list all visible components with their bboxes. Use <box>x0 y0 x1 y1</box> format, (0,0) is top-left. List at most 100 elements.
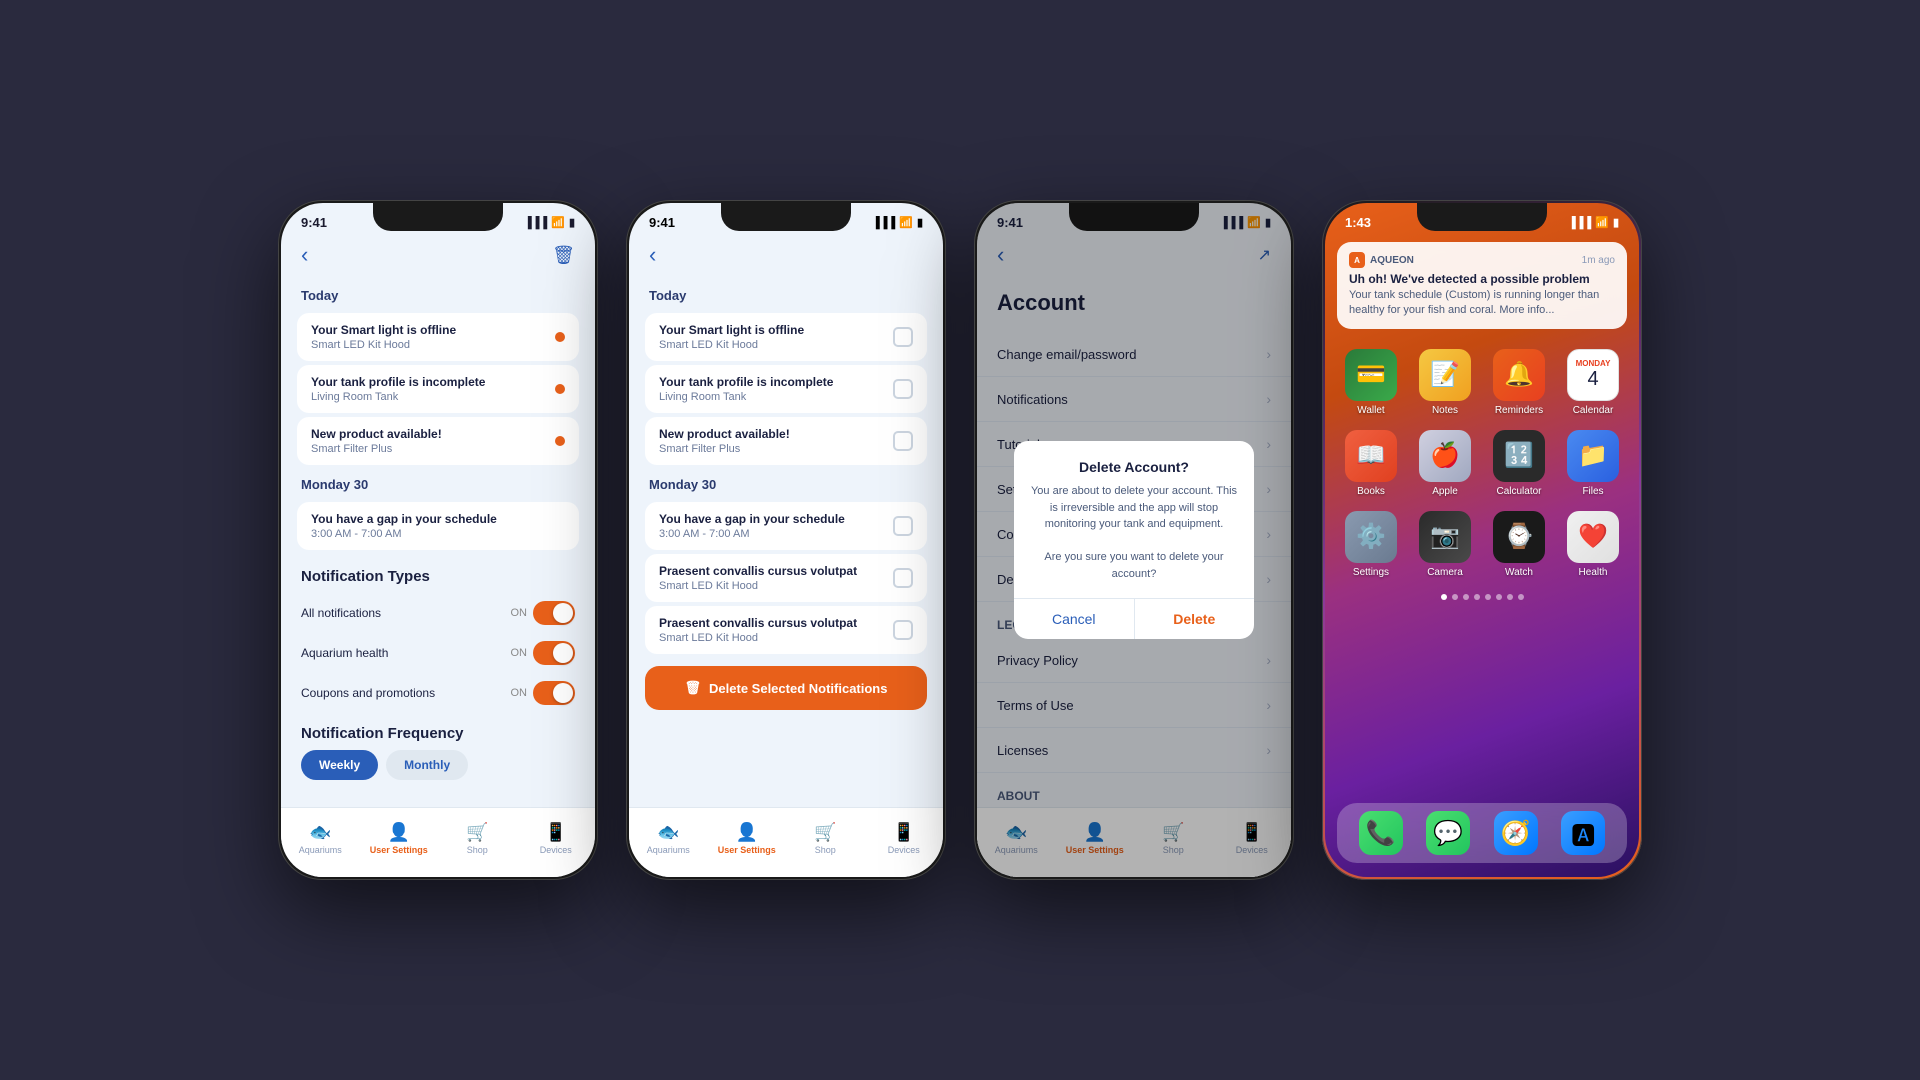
toggle-1[interactable] <box>533 601 575 625</box>
checkbox-6[interactable] <box>893 620 913 640</box>
notes-icon: 📝 <box>1419 349 1471 401</box>
dock: 📞 💬 🧭 🅰 <box>1337 803 1627 863</box>
tab-label-devices-1: Devices <box>540 845 572 855</box>
tab-aquariums-1[interactable]: 🐟 Aquariums <box>281 808 360 869</box>
files-label: Files <box>1582 486 1603 497</box>
books-label: Books <box>1357 486 1385 497</box>
checkbox-4[interactable] <box>893 516 913 536</box>
app-wallet[interactable]: 💳 Wallet <box>1341 349 1401 416</box>
checkbox-3[interactable] <box>893 431 913 451</box>
usersettings-icon-2: 👤 <box>736 822 758 843</box>
notch-2 <box>721 203 851 231</box>
shop-icon-1: 🛒 <box>466 822 488 843</box>
notif-check-title-1: Your Smart light is offline <box>659 323 804 337</box>
tab-usersettings-1[interactable]: 👤 User Settings <box>360 808 439 869</box>
section-monday-2: Monday 30 <box>629 469 943 498</box>
freq-btn-monthly[interactable]: Monthly <box>386 750 468 780</box>
toggle-row-1: All notifications ON <box>281 593 595 633</box>
dock-appstore[interactable]: 🅰 <box>1561 811 1605 855</box>
status-time-4: 1:43 <box>1345 215 1371 230</box>
reminders-icon: 🔔 <box>1493 349 1545 401</box>
battery-icon-1: ▮ <box>569 216 575 229</box>
checkbox-5[interactable] <box>893 568 913 588</box>
tab-shop-1[interactable]: 🛒 Shop <box>438 808 517 869</box>
dot-7 <box>1507 594 1513 600</box>
freq-btn-weekly[interactable]: Weekly <box>301 750 378 780</box>
app-files[interactable]: 📁 Files <box>1563 430 1623 497</box>
app-books[interactable]: 📖 Books <box>1341 430 1401 497</box>
notif-check-sub-3: Smart Filter Plus <box>659 443 790 455</box>
tab-shop-2[interactable]: 🛒 Shop <box>786 808 865 869</box>
notif-card-2: Your tank profile is incomplete Living R… <box>297 365 579 413</box>
notif-title-3: New product available! <box>311 427 442 441</box>
toggle-row-2: Aquarium health ON <box>281 633 595 673</box>
wallet-label: Wallet <box>1357 405 1384 416</box>
app-reminders[interactable]: 🔔 Reminders <box>1489 349 1549 416</box>
status-icons-2: ▐▐▐ 📶 ▮ <box>872 216 923 229</box>
trash-button-1[interactable]: 🗑 <box>552 245 575 266</box>
watch-icon: ⌚ <box>1493 511 1545 563</box>
wifi-icon-1: 📶 <box>551 216 565 229</box>
tab-devices-2[interactable]: 📱 Devices <box>865 808 944 869</box>
app-notes[interactable]: 📝 Notes <box>1415 349 1475 416</box>
delete-selected-btn[interactable]: 🗑 Delete Selected Notifications <box>645 666 927 710</box>
app-watch[interactable]: ⌚ Watch <box>1489 511 1549 578</box>
battery-icon-4: ▮ <box>1613 216 1619 229</box>
dot-8 <box>1518 594 1524 600</box>
toggle-state-1: ON <box>511 607 528 619</box>
dot-2 <box>1452 594 1458 600</box>
checkbox-1[interactable] <box>893 327 913 347</box>
toggle-text-2: Aquarium health <box>301 646 388 660</box>
tab-label-aquariums-2: Aquariums <box>647 845 690 855</box>
modal-overlay: Delete Account? You are about to delete … <box>977 203 1291 877</box>
notch-4 <box>1417 203 1547 231</box>
tab-label-devices-2: Devices <box>888 845 920 855</box>
modal-cancel-btn[interactable]: Cancel <box>1014 599 1135 639</box>
messages-icon: 💬 <box>1426 811 1470 855</box>
modal-delete-btn[interactable]: Delete <box>1135 599 1255 639</box>
notes-label: Notes <box>1432 405 1458 416</box>
books-icon: 📖 <box>1345 430 1397 482</box>
tab-aquariums-2[interactable]: 🐟 Aquariums <box>629 808 708 869</box>
tab-devices-1[interactable]: 📱 Devices <box>517 808 596 869</box>
section-monday-1: Monday 30 <box>281 469 595 498</box>
app-calendar[interactable]: Monday 4 Calendar <box>1563 349 1623 416</box>
app-camera[interactable]: 📷 Camera <box>1415 511 1475 578</box>
health-icon: ❤️ <box>1567 511 1619 563</box>
toggle-3[interactable] <box>533 681 575 705</box>
toggle-row-3: Coupons and promotions ON <box>281 673 595 713</box>
notif-title-1: Your Smart light is offline <box>311 323 456 337</box>
dot-1 <box>1441 594 1447 600</box>
app-calculator[interactable]: 🔢 Calculator <box>1489 430 1549 497</box>
app-settings[interactable]: ⚙️ Settings <box>1341 511 1401 578</box>
toggle-2[interactable] <box>533 641 575 665</box>
banner-header: A AQUEON 1m ago <box>1349 252 1615 268</box>
appstore-icon: 🅰 <box>1561 811 1605 855</box>
status-time-2: 9:41 <box>649 215 675 230</box>
notification-banner[interactable]: A AQUEON 1m ago Uh oh! We've detected a … <box>1337 242 1627 329</box>
modal-title: Delete Account? <box>1014 441 1254 483</box>
back-button-2[interactable]: ‹ <box>649 242 656 268</box>
back-button-1[interactable]: ‹ <box>301 242 308 268</box>
dot-5 <box>1485 594 1491 600</box>
app-grid: 💳 Wallet 📝 Notes 🔔 Reminders Monday 4 <box>1325 337 1639 590</box>
calculator-icon: 🔢 <box>1493 430 1545 482</box>
tab-label-usersettings-1: User Settings <box>370 845 428 855</box>
tab-label-usersettings-2: User Settings <box>718 845 776 855</box>
wifi-icon-2: 📶 <box>899 216 913 229</box>
app-health[interactable]: ❤️ Health <box>1563 511 1623 578</box>
tab-bar-1: 🐟 Aquariums 👤 User Settings 🛒 Shop 📱 Dev… <box>281 807 595 877</box>
dock-safari[interactable]: 🧭 <box>1494 811 1538 855</box>
settings-label: Settings <box>1353 567 1389 578</box>
checkbox-2[interactable] <box>893 379 913 399</box>
screen-header-2: ‹ <box>629 234 943 280</box>
dock-phone[interactable]: 📞 <box>1359 811 1403 855</box>
signal-icon-4: ▐▐▐ <box>1568 217 1591 229</box>
modal-body: You are about to delete your account. Th… <box>1014 483 1254 598</box>
status-icons-4: ▐▐▐ 📶 ▮ <box>1568 216 1619 229</box>
app-apple[interactable]: 🍎 Apple <box>1415 430 1475 497</box>
tab-usersettings-2[interactable]: 👤 User Settings <box>708 808 787 869</box>
dock-messages[interactable]: 💬 <box>1426 811 1470 855</box>
delete-icon: 🗑 <box>685 680 702 696</box>
section-today-2: Today <box>629 280 943 309</box>
